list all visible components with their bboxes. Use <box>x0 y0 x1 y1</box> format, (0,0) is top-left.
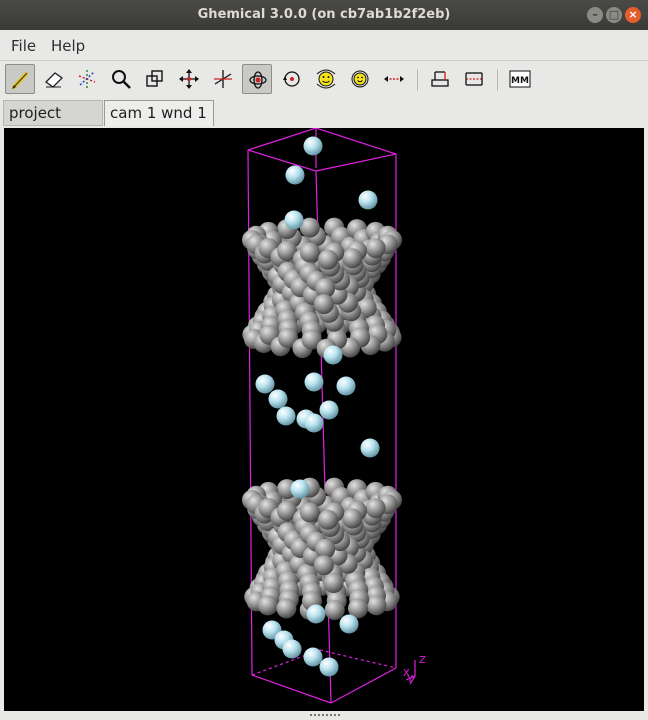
solvent-atom <box>339 614 359 634</box>
toolbar: MM <box>0 61 648 97</box>
grip-dots <box>309 713 341 717</box>
translate-z-icon <box>214 70 232 88</box>
element-icon <box>431 71 449 87</box>
mm-setup-button[interactable]: MM <box>505 64 535 94</box>
orbit-z-button[interactable] <box>277 64 307 94</box>
measure-tool-button[interactable] <box>379 64 409 94</box>
rotate-xy-smiley-icon <box>316 69 336 89</box>
carbon-atom <box>342 508 363 529</box>
erase-tool-button[interactable] <box>39 64 69 94</box>
solvent-atom <box>290 479 310 499</box>
rotate-xy-button[interactable] <box>311 64 341 94</box>
solvent-atom <box>306 604 326 624</box>
solvent-atom <box>360 438 380 458</box>
solvent-atom <box>285 165 305 185</box>
zoom-magnifier-icon <box>112 70 131 89</box>
bondtype-icon <box>465 72 483 86</box>
solvent-atom <box>319 400 339 420</box>
zoom-tool-button[interactable] <box>106 64 136 94</box>
draw-pencil-icon <box>11 71 29 90</box>
molecule-render: Z X Y <box>242 128 426 704</box>
solvent-atom <box>336 376 356 396</box>
solvent-atom <box>255 374 275 394</box>
solvent-atom <box>284 210 304 230</box>
title-bar[interactable]: Ghemical 3.0.0 (on cb7ab1b2f2eb) – □ × <box>0 0 648 30</box>
mm-setup-icon: MM <box>509 70 531 88</box>
orbit-xy-button[interactable] <box>242 64 272 94</box>
tab-bar: project view cam 1 wnd 1 <box>0 98 648 146</box>
element-button[interactable] <box>425 64 455 94</box>
orbit-xy-icon <box>249 71 267 89</box>
carbon-atom <box>324 600 345 620</box>
minimize-button[interactable]: – <box>587 7 603 23</box>
atoms-layer <box>242 136 402 677</box>
solvent-atom <box>304 372 324 392</box>
carbon-atom <box>342 248 363 269</box>
eraser-icon <box>44 72 64 88</box>
translate-z-button[interactable] <box>208 64 238 94</box>
3d-viewport[interactable]: Z X Y <box>4 128 644 711</box>
axis-label-y: Y <box>406 674 414 685</box>
carbon-atom <box>365 498 386 519</box>
carbon-atom <box>299 242 320 263</box>
carbon-atom <box>365 238 386 259</box>
close-button[interactable]: × <box>625 7 641 23</box>
carbon-atom <box>299 502 320 523</box>
rotate-z-button[interactable] <box>345 64 375 94</box>
clipping-icon <box>146 70 163 87</box>
carbon-atom <box>318 249 338 270</box>
window-title: Ghemical 3.0.0 (on cb7ab1b2f2eb) <box>197 7 451 22</box>
measure-icon <box>384 76 404 82</box>
draw-tool-button[interactable] <box>5 64 35 94</box>
maximize-button[interactable]: □ <box>606 7 622 23</box>
resize-grip[interactable] <box>0 711 648 720</box>
carbon-atom <box>313 294 334 315</box>
bondtype-button[interactable] <box>459 64 489 94</box>
solvent-atom <box>323 345 343 365</box>
orbit-z-icon <box>283 71 300 87</box>
mm-label: MM <box>511 76 529 86</box>
tab-cam-1-wnd-1[interactable]: cam 1 wnd 1 <box>104 100 214 126</box>
solvent-atom <box>268 389 288 409</box>
select-tool-button[interactable] <box>72 64 102 94</box>
tab-project-view[interactable]: project view <box>3 100 103 146</box>
axis-label-z: Z <box>419 655 426 666</box>
app-window: Ghemical 3.0.0 (on cb7ab1b2f2eb) – □ × F… <box>0 0 648 720</box>
rotate-z-smiley-icon <box>351 70 369 88</box>
solvent-atom <box>319 657 339 677</box>
translate-xy-button[interactable] <box>174 64 204 94</box>
solvent-atom <box>303 136 323 156</box>
carbon-atom <box>318 509 338 530</box>
carbon-atom <box>276 598 297 619</box>
carbon-atom <box>323 573 344 593</box>
carbon-atom <box>366 595 387 616</box>
toolbar-separator <box>497 69 498 91</box>
solvent-atom <box>282 639 302 659</box>
carbon-atom <box>257 595 278 616</box>
solvent-atom <box>304 413 324 433</box>
carbon-atom <box>313 555 334 576</box>
menu-file[interactable]: File <box>11 37 36 55</box>
menu-help[interactable]: Help <box>51 37 85 55</box>
solvent-atom <box>276 406 296 426</box>
menu-bar: File Help <box>0 30 648 61</box>
clipping-tool-button[interactable] <box>140 64 170 94</box>
select-sparkle-icon <box>78 70 96 88</box>
toolbar-separator <box>417 69 418 91</box>
translate-xy-icon <box>179 69 199 89</box>
solvent-atom <box>358 190 378 210</box>
solvent-atom <box>303 647 323 667</box>
